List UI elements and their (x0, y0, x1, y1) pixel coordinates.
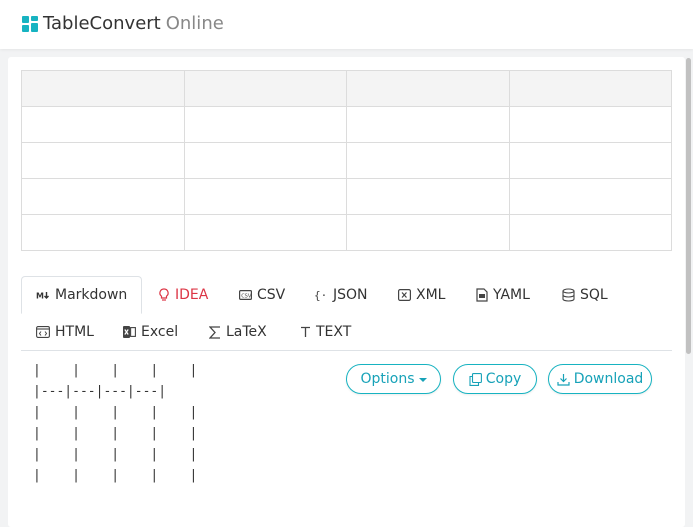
table-cell[interactable] (21, 142, 185, 179)
tab-label: HTML (55, 324, 94, 340)
brand-title[interactable]: TableConvert Online (43, 13, 224, 35)
svg-text:CSV: CSV (241, 294, 252, 300)
csv-icon: CSV (239, 289, 252, 301)
table-row (21, 214, 672, 251)
tab-label: CSV (257, 287, 286, 303)
json-braces-icon: {·} (314, 289, 328, 301)
svg-text:M: M (36, 292, 44, 301)
table-row (21, 142, 672, 179)
table-cell[interactable] (183, 214, 347, 251)
header-cell[interactable] (21, 70, 185, 107)
table-cell[interactable] (21, 106, 185, 143)
header-cell[interactable] (183, 70, 347, 107)
copy-icon (469, 372, 482, 386)
download-button[interactable]: Download (548, 364, 652, 394)
tab-html[interactable]: HTML (36, 314, 94, 350)
tab-label: XML (416, 287, 446, 303)
database-icon (562, 288, 575, 302)
table-cell[interactable] (508, 214, 672, 251)
tab-label: JSON (333, 287, 368, 303)
download-label: Download (573, 371, 644, 387)
tab-label: Excel (141, 324, 179, 340)
tab-excel[interactable]: Excel (123, 314, 178, 350)
tab-label: TEXT (316, 324, 352, 340)
tab-latex[interactable]: LaTeX (209, 314, 267, 350)
caret-down-icon (418, 378, 427, 382)
html-icon (36, 326, 50, 338)
table-editor-grid (21, 70, 672, 251)
tab-xml[interactable]: XML (398, 277, 445, 313)
download-icon (557, 373, 570, 386)
tab-label: LaTeX (226, 324, 267, 340)
table-row (21, 178, 672, 215)
markdown-icon: M (36, 290, 50, 300)
table-cell[interactable] (508, 106, 672, 143)
sigma-icon (209, 325, 221, 339)
yaml-file-icon (476, 288, 488, 302)
tab-label: IDEA (175, 287, 209, 303)
tabs-divider (21, 350, 672, 351)
table-cell[interactable] (183, 178, 347, 215)
brand-suffix: Online (165, 13, 224, 34)
header-cell[interactable] (508, 70, 672, 107)
scrollbar-thumb[interactable] (686, 58, 691, 354)
markdown-output[interactable]: | | | | | |---|---|---|---| | | | | | | … (33, 360, 197, 486)
tableconvert-logo-icon[interactable] (22, 16, 38, 32)
excel-icon (123, 326, 136, 338)
tab-idea[interactable]: IDEA (158, 277, 208, 313)
format-tabs: M Markdown IDEA CSV CSV {·} JSON XML YAM… (21, 276, 672, 351)
table-cell[interactable] (346, 106, 510, 143)
tab-markdown[interactable]: M Markdown (21, 276, 143, 314)
table-header-row (21, 70, 672, 107)
table-cell[interactable] (346, 214, 510, 251)
copy-button[interactable]: Copy (453, 364, 537, 394)
options-button[interactable]: Options (346, 364, 441, 394)
table-cell[interactable] (508, 142, 672, 179)
copy-label: Copy (485, 371, 522, 387)
header-cell[interactable] (346, 70, 510, 107)
table-cell[interactable] (508, 178, 672, 215)
text-t-icon (300, 326, 311, 338)
brand-name: TableConvert (43, 13, 161, 34)
tab-sql[interactable]: SQL (562, 277, 608, 313)
table-cell[interactable] (183, 142, 347, 179)
tab-json[interactable]: {·} JSON (314, 277, 368, 313)
table-cell[interactable] (346, 178, 510, 215)
table-cell[interactable] (346, 142, 510, 179)
table-row (21, 106, 672, 143)
tab-text[interactable]: TEXT (300, 314, 351, 350)
tab-label: SQL (580, 287, 608, 303)
svg-text:{·}: {·} (314, 289, 328, 301)
table-cell[interactable] (183, 106, 347, 143)
top-bar: TableConvert Online (0, 0, 693, 49)
table-cell[interactable] (21, 178, 185, 215)
table-cell[interactable] (21, 214, 185, 251)
tab-yaml[interactable]: YAML (476, 277, 530, 313)
tab-label: Markdown (55, 287, 128, 303)
xml-icon (398, 289, 411, 301)
lightbulb-icon (158, 288, 170, 302)
tab-csv[interactable]: CSV CSV (239, 277, 285, 313)
options-label: Options (360, 371, 415, 387)
tab-label: YAML (493, 287, 530, 303)
